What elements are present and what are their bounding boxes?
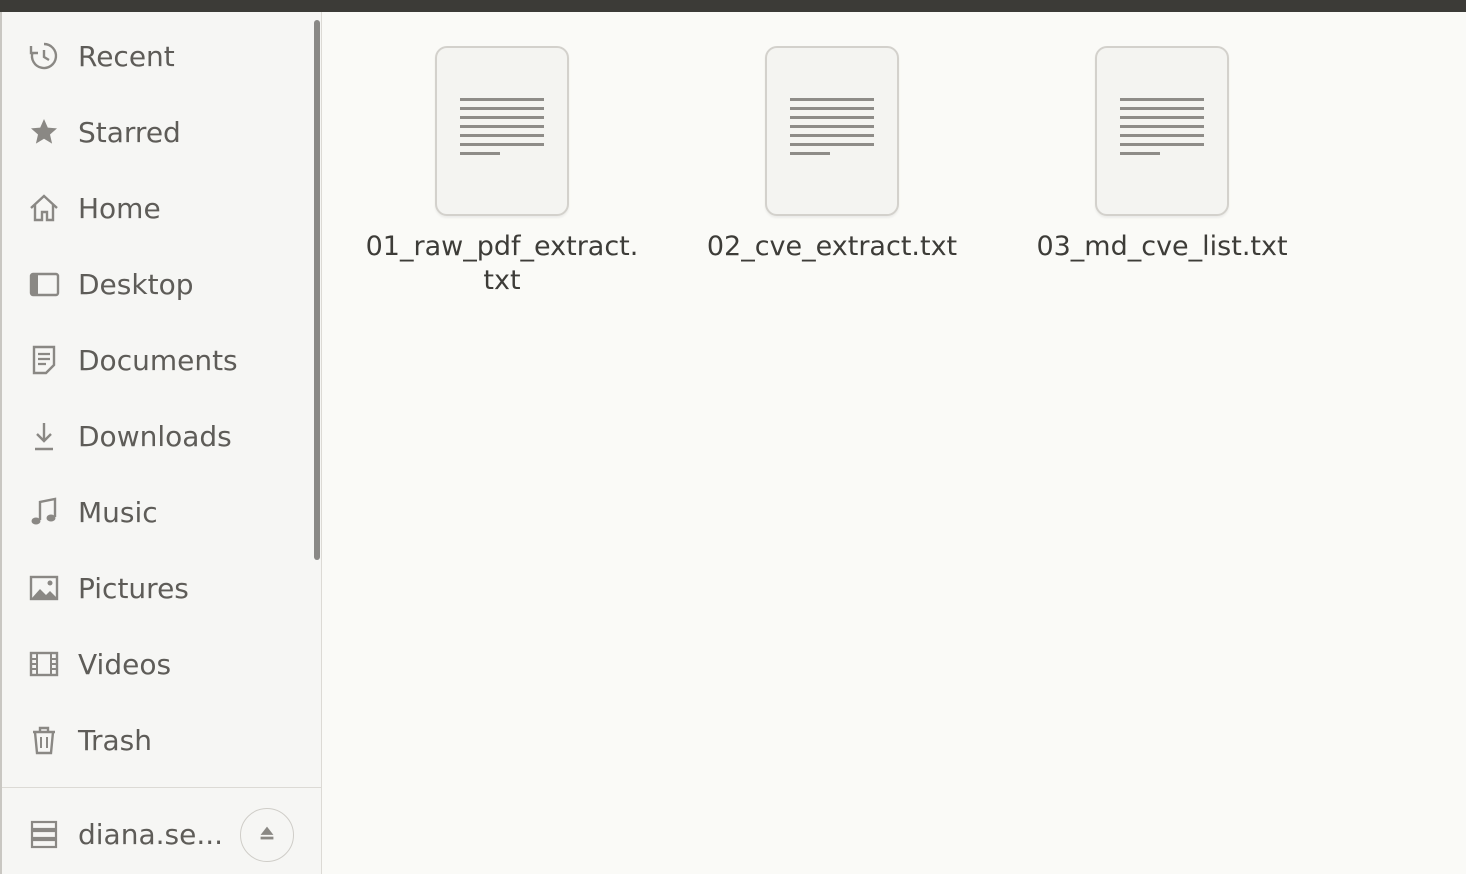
sidebar-item-downloads[interactable]: Downloads (2, 406, 312, 466)
file-item[interactable]: 01_raw_pdf_extract. txt (337, 46, 638, 316)
sidebar-scrollbar[interactable] (314, 20, 320, 560)
file-view: 01_raw_pdf_extract. txt 02_cve_extract.t… (322, 12, 1466, 874)
sidebar-item-label: Videos (78, 647, 172, 681)
eject-button[interactable] (240, 808, 294, 862)
window-top-bar (0, 0, 1466, 12)
home-icon (28, 192, 60, 224)
picture-icon (28, 572, 60, 604)
sidebar-item-label: Home (78, 191, 161, 225)
music-icon (28, 496, 60, 528)
trash-icon (28, 724, 60, 756)
sidebar-item-videos[interactable]: Videos (2, 634, 312, 694)
sidebar-item-desktop[interactable]: Desktop (2, 254, 312, 314)
sidebar-item-drive[interactable]: diana.se... (2, 804, 232, 864)
text-file-icon (765, 46, 899, 216)
sidebar-item-label: Recent (78, 39, 175, 73)
sidebar-item-starred[interactable]: Starred (2, 102, 312, 162)
file-name: 03_md_cve_list.txt (1036, 231, 1288, 262)
document-icon (28, 344, 60, 376)
text-file-icon (435, 46, 569, 216)
sidebar-divider (2, 787, 322, 788)
sidebar-item-home[interactable]: Home (2, 178, 312, 238)
sidebar-item-music[interactable]: Music (2, 482, 312, 542)
drive-icon (28, 818, 60, 850)
sidebar-item-label: Music (78, 495, 158, 529)
sidebar-item-label: Desktop (78, 267, 194, 301)
file-name: 01_raw_pdf_extract. txt (365, 231, 639, 296)
file-item[interactable]: 03_md_cve_list.txt (997, 46, 1297, 316)
desktop-icon (28, 268, 60, 300)
sidebar-item-label: Starred (78, 115, 181, 149)
file-item[interactable]: 02_cve_extract.txt (667, 46, 967, 316)
download-icon (28, 420, 60, 452)
sidebar-item-label: Downloads (78, 419, 232, 453)
star-icon (28, 116, 60, 148)
sidebar-item-trash[interactable]: Trash (2, 710, 312, 770)
text-file-icon (1095, 46, 1229, 216)
file-name: 02_cve_extract.txt (706, 231, 958, 262)
clock-icon (28, 40, 60, 72)
sidebar: Recent Starred Home Desktop Documents Do… (0, 12, 322, 874)
sidebar-item-documents[interactable]: Documents (2, 330, 312, 390)
sidebar-item-label: Pictures (78, 571, 189, 605)
sidebar-item-pictures[interactable]: Pictures (2, 558, 312, 618)
sidebar-item-label: Documents (78, 343, 238, 377)
sidebar-item-recent[interactable]: Recent (2, 26, 312, 86)
video-icon (28, 648, 60, 680)
sidebar-item-label: Trash (78, 723, 152, 757)
sidebar-item-label: diana.se... (78, 817, 224, 851)
eject-icon (256, 822, 278, 848)
